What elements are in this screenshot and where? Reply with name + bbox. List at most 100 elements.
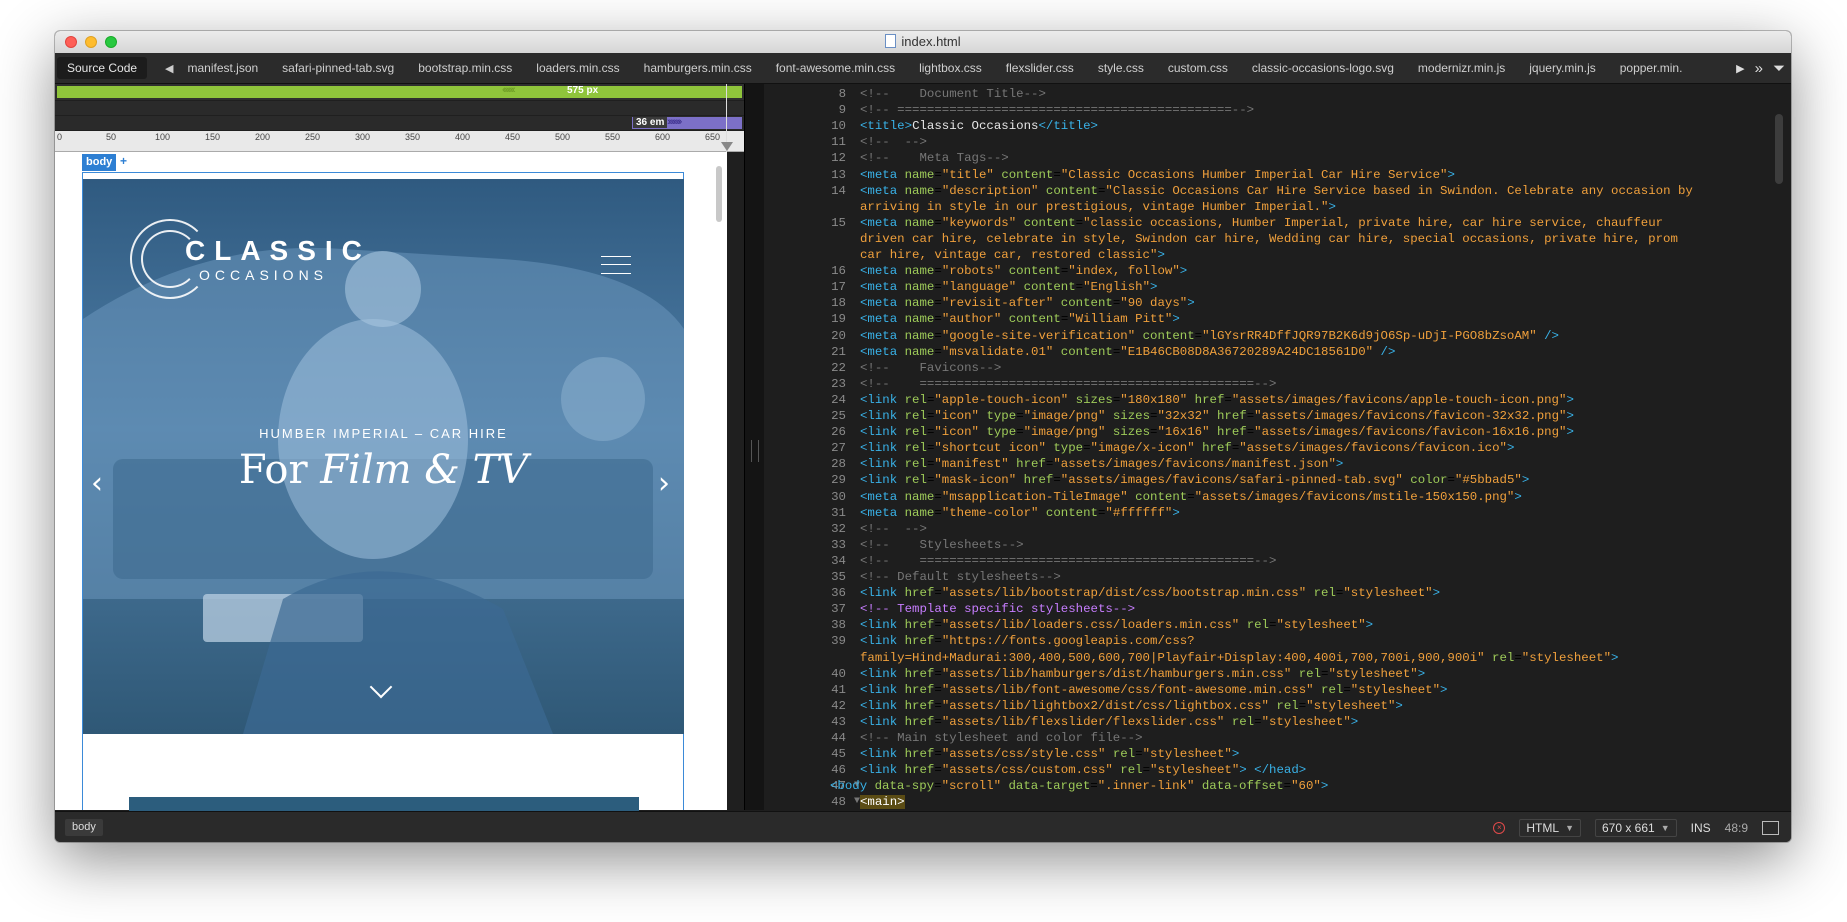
ruler-tick-label: 250 [305,132,321,142]
add-element-icon[interactable]: + [117,155,130,168]
more-files-icon[interactable]: » [1755,60,1763,77]
media-query-bar-px[interactable]: ‹‹‹‹‹‹‹ 575 px [55,84,744,100]
code-line[interactable]: <!-- Main stylesheet and color file--> [860,730,1143,746]
source-code-tab[interactable]: Source Code [57,57,148,79]
resize-handle[interactable] [721,142,733,151]
code-line[interactable]: <link href="assets/lib/hamburgers/dist/h… [860,666,1425,682]
code-line[interactable]: <link href="assets/lib/font-awesome/css/… [860,682,1447,698]
code-line[interactable]: <meta name="theme-color" content="#fffff… [860,505,1180,521]
code-line[interactable]: <!-- Stylesheets--> [860,537,1024,553]
content-banner [129,797,639,811]
preview-scrollbar[interactable] [716,166,722,222]
related-file-tab[interactable]: loaders.min.css [536,61,619,75]
line-number: 14 [831,183,846,198]
related-file-tab[interactable]: hamburgers.min.css [644,61,752,75]
code-line[interactable]: <link rel="icon" type="image/png" sizes=… [860,408,1574,424]
related-file-tab[interactable]: manifest.json [187,61,258,75]
status-bar: body × HTML ▼ 670 x 661 ▼ INS 48:9 [55,811,1791,842]
viewport-size-select[interactable]: 670 x 661 ▼ [1594,818,1677,837]
code-line[interactable]: <meta name="language" content="English"> [860,279,1157,295]
line-number: 46 [831,763,846,778]
code-line[interactable]: <title>Classic Occasions</title> [860,118,1098,134]
error-icon[interactable]: × [1493,821,1506,834]
page-preview: body + CLASSIC OCCASIONS HUMBER IMPERIAL… [55,152,727,811]
related-file-tab[interactable]: safari-pinned-tab.svg [282,61,394,75]
code-line[interactable]: <!-- ===================================… [860,376,1276,392]
code-line[interactable]: <!-- ===================================… [860,102,1254,118]
code-line[interactable]: <meta name="author" content="William Pit… [860,311,1180,327]
code-line[interactable]: <meta name="msvalidate.01" content="E1B4… [860,344,1395,360]
related-file-tab[interactable]: style.css [1098,61,1144,75]
line-number: 30 [831,489,846,504]
code-line[interactable]: <link rel="shortcut icon" type="image/x-… [860,440,1514,456]
code-line[interactable]: <link rel="manifest" href="assets/images… [860,456,1343,472]
slider-next-icon[interactable]: › [658,466,670,501]
code-line[interactable]: <!-- Default stylesheets--> [860,569,1061,585]
tag-breadcrumb[interactable]: body [65,819,103,836]
code-line[interactable]: <meta name="keywords" content="classic o… [860,215,1663,231]
code-line[interactable]: <meta name="google-site-verification" co… [860,328,1559,344]
media-query-bar-em[interactable]: 36 em ›››››››› [55,116,744,130]
code-line[interactable]: <!-- --> [860,134,927,150]
code-editor[interactable]: 8 <!-- Document Title--> 9 <!-- ===========… [764,84,1791,810]
related-file-tab[interactable]: classic-occasions-logo.svg [1252,61,1394,75]
ruler-tick-label: 600 [655,132,671,142]
media-query-range[interactable] [57,86,742,98]
code-line[interactable]: <meta name="robots" content="index, foll… [860,263,1187,279]
related-file-tab[interactable]: font-awesome.min.css [776,61,895,75]
code-line[interactable]: <link href="assets/lib/loaders.css/loade… [860,617,1373,633]
scroll-right-icon[interactable]: ▶ [1736,62,1744,75]
code-line[interactable]: family=Hind+Madurai:300,400,500,600,700|… [860,650,1618,666]
code-line[interactable]: <meta name="revisit-after" content="90 d… [860,295,1195,311]
related-file-tab[interactable]: jquery.min.js [1529,61,1595,75]
code-line[interactable]: <main> [860,794,905,810]
code-scrollbar[interactable] [1775,114,1783,184]
window-title-text: index.html [901,34,961,49]
code-line[interactable]: <link href="assets/lib/lightbox2/dist/cs… [860,698,1403,714]
scroll-left-icon[interactable]: ◀ [165,62,173,75]
preview-toggle-icon[interactable] [1762,820,1779,835]
code-line[interactable]: <link href="assets/lib/bootstrap/dist/cs… [860,585,1440,601]
code-line[interactable]: <link href="https://fonts.googleapis.com… [860,633,1195,649]
code-line[interactable]: <body data-spy="scroll" data-target=".in… [830,778,1328,794]
code-line[interactable]: <link rel="apple-touch-icon" sizes="180x… [860,392,1574,408]
code-line[interactable]: <meta name="msapplication-TileImage" con… [860,489,1522,505]
code-line[interactable]: <link href="assets/css/style.css" rel="s… [860,746,1239,762]
code-line[interactable]: arriving in style in our prestigious, vi… [860,199,1336,215]
code-line[interactable]: <link href="assets/css/custom.css" rel="… [860,762,1306,778]
code-line[interactable]: <link href="assets/lib/flexslider/flexsl… [860,714,1358,730]
filter-icon[interactable]: ⏷ [1773,60,1785,77]
code-line[interactable]: <link rel="icon" type="image/png" sizes=… [860,424,1574,440]
code-line[interactable]: <!-- Favicons--> [860,360,1001,376]
slider-prev-icon[interactable]: ‹ [91,466,103,501]
related-file-tab[interactable]: modernizr.min.js [1418,61,1505,75]
related-file-tab[interactable]: lightbox.css [919,61,982,75]
language-select[interactable]: HTML ▼ [1519,818,1581,837]
code-line[interactable]: <!-- Template specific stylesheets--> [860,601,1135,617]
code-line[interactable]: car hire, vintage car, restored classic"… [860,247,1165,263]
related-file-tab[interactable]: popper.min. [1620,61,1683,75]
related-file-tab[interactable]: bootstrap.min.css [418,61,512,75]
hamburger-menu-icon[interactable] [601,256,631,274]
code-line[interactable]: <!-- ===================================… [860,553,1276,569]
line-number: 20 [831,328,846,343]
code-line[interactable]: <meta name="description" content="Classi… [860,183,1693,199]
media-query-bar-empty[interactable] [55,101,744,115]
code-line[interactable]: driven car hire, celebrate in style, Swi… [860,231,1678,247]
line-number: 19 [831,312,846,327]
line-number: 16 [831,264,846,279]
code-line[interactable]: <!-- Document Title--> [860,86,1046,102]
divider-grip-icon[interactable] [751,440,759,462]
code-line[interactable]: <link rel="mask-icon" href="assets/image… [860,472,1529,488]
hero-slider: CLASSIC OCCASIONS HUMBER IMPERIAL – CAR … [83,179,684,734]
related-file-tab[interactable]: flexslider.css [1006,61,1074,75]
element-tag-label[interactable]: body [82,154,117,171]
related-file-tab[interactable]: custom.css [1168,61,1228,75]
status-right: × HTML ▼ 670 x 661 ▼ INS 48:9 [1493,812,1779,842]
split-view-divider[interactable] [744,84,765,810]
code-line[interactable]: <!-- Meta Tags--> [860,150,1009,166]
site-logo[interactable]: CLASSIC OCCASIONS [130,219,375,299]
code-line[interactable]: <!-- --> [860,521,927,537]
code-line[interactable]: <meta name="title" content="Classic Occa… [860,167,1455,183]
insert-mode-indicator[interactable]: INS [1691,821,1711,835]
